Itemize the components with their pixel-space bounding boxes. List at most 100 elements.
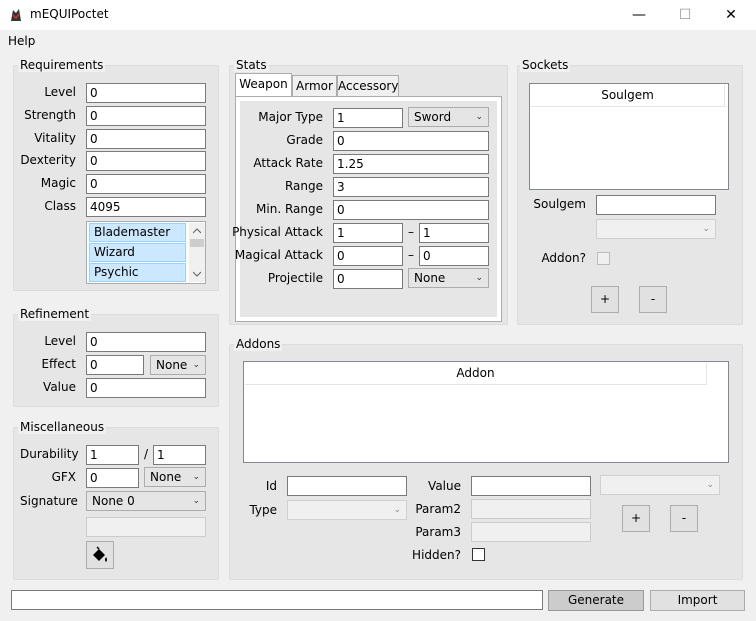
chevron-down-icon: ⌄ [192, 472, 200, 482]
req-level-input[interactable]: 0 [86, 83, 206, 103]
physical-dash: – [408, 225, 414, 239]
req-strength-label: Strength [24, 108, 76, 122]
ref-effect-input[interactable]: 0 [86, 355, 144, 375]
ref-value-input[interactable]: 0 [86, 378, 206, 398]
magical-max-input[interactable]: 0 [419, 246, 489, 266]
req-vitality-input[interactable]: 0 [86, 129, 206, 149]
major-type-combo-value: Sword [414, 110, 452, 124]
chevron-down-icon: ⌄ [475, 112, 483, 122]
physical-max-input[interactable]: 1 [419, 223, 489, 243]
req-vitality-label: Vitality [34, 131, 76, 145]
addon-select-combo[interactable]: ⌄ [600, 475, 720, 495]
addon-param3-label: Param3 [415, 525, 461, 539]
range-input[interactable]: 3 [333, 177, 489, 197]
tab-armor[interactable]: Armor [292, 75, 337, 97]
add-socket-button[interactable]: + [591, 286, 619, 313]
addon-type-combo[interactable]: ⌄ [287, 500, 407, 520]
signature-text-input[interactable] [86, 517, 206, 537]
req-dexterity-label: Dexterity [20, 153, 76, 167]
projectile-input[interactable]: 0 [333, 269, 403, 289]
class-list-item[interactable]: Psychic [89, 263, 186, 282]
req-dexterity-input[interactable]: 0 [86, 151, 206, 171]
durability-slash: / [143, 447, 149, 461]
addon-type-label: Type [249, 503, 277, 517]
close-button[interactable]: ✕ [708, 0, 754, 30]
maximize-button[interactable]: ☐ [662, 0, 708, 30]
soulgem-combo[interactable]: ⌄ [596, 219, 716, 239]
title-bar: mEQUIPoctet — ☐ ✕ [0, 0, 756, 30]
min-range-input[interactable]: 0 [333, 200, 489, 220]
scroll-down-icon[interactable] [193, 271, 201, 277]
soulgem-input[interactable] [596, 195, 716, 215]
addon-id-input[interactable] [287, 476, 407, 496]
projectile-label: Projectile [267, 271, 323, 285]
window-title: mEQUIPoctet [30, 7, 109, 21]
remove-addon-button[interactable]: - [670, 505, 698, 532]
addons-list[interactable]: Addon [243, 361, 729, 463]
physical-min-input[interactable]: 1 [333, 223, 403, 243]
class-list-item[interactable]: Wizard [89, 243, 186, 262]
addon-column-header[interactable]: Addon [245, 363, 707, 385]
class-list-item[interactable]: Blademaster [89, 223, 186, 242]
soulgem-label: Soulgem [533, 197, 586, 211]
req-magic-input[interactable]: 0 [86, 174, 206, 194]
app-icon [11, 9, 21, 21]
hidden-checkbox[interactable] [472, 548, 485, 561]
misc-title: Miscellaneous [18, 420, 107, 434]
class-listbox[interactable]: Blademaster Wizard Psychic [86, 221, 206, 284]
req-strength-input[interactable]: 0 [86, 106, 206, 126]
requirements-title: Requirements [18, 58, 106, 72]
scroll-thumb[interactable] [190, 239, 204, 247]
ref-level-input[interactable]: 0 [86, 332, 206, 352]
magical-min-input[interactable]: 0 [333, 246, 403, 266]
output-field[interactable] [11, 590, 543, 610]
chevron-down-icon: ⌄ [192, 360, 200, 370]
addon-param3-input[interactable] [471, 522, 591, 542]
color-picker-button[interactable] [86, 541, 114, 569]
signature-combo[interactable]: None 0 ⌄ [86, 491, 206, 511]
gfx-input[interactable]: 0 [86, 468, 139, 488]
grade-input[interactable]: 0 [333, 131, 489, 151]
chevron-down-icon: ⌄ [192, 496, 200, 506]
durability-input[interactable]: 1 [86, 445, 139, 465]
addon-id-label: Id [265, 479, 277, 493]
remove-socket-button[interactable]: - [639, 286, 667, 313]
durability-label: Durability [20, 447, 79, 461]
req-level-label: Level [44, 85, 76, 99]
chevron-down-icon: ⌄ [475, 273, 483, 283]
generate-button[interactable]: Generate [548, 590, 644, 611]
req-magic-label: Magic [40, 176, 76, 190]
class-list-scrollbar[interactable] [189, 223, 205, 282]
projectile-combo[interactable]: None ⌄ [408, 268, 489, 288]
req-class-input[interactable]: 4095 [86, 197, 206, 217]
tab-weapon[interactable]: Weapon [235, 73, 292, 97]
add-addon-button[interactable]: + [622, 505, 650, 532]
major-type-input[interactable]: 1 [333, 108, 403, 128]
sockets-list[interactable]: Soulgem [529, 83, 729, 190]
addon-param2-label: Param2 [415, 502, 461, 516]
tab-accessory[interactable]: Accessory [337, 75, 399, 97]
ref-effect-combo[interactable]: None ⌄ [150, 355, 206, 375]
addon-param2-input[interactable] [471, 499, 591, 519]
major-type-combo[interactable]: Sword ⌄ [408, 107, 489, 127]
addon-checkbox[interactable] [597, 252, 610, 265]
req-class-label: Class [44, 199, 76, 213]
scroll-up-icon[interactable] [193, 228, 201, 234]
major-type-label: Major Type [258, 110, 323, 124]
grade-label: Grade [286, 133, 323, 147]
addon-value-input[interactable] [471, 476, 591, 496]
durability-max-input[interactable]: 1 [153, 445, 206, 465]
ref-value-label: Value [43, 380, 76, 394]
ref-effect-label: Effect [41, 357, 76, 371]
gfx-label: GFX [51, 470, 76, 484]
menu-bar: Help [0, 31, 756, 51]
signature-combo-value: None 0 [92, 494, 135, 508]
attack-rate-input[interactable]: 1.25 [333, 154, 489, 174]
soulgem-column-header[interactable]: Soulgem [531, 85, 725, 107]
import-button[interactable]: Import [650, 590, 745, 611]
gfx-combo[interactable]: None ⌄ [144, 467, 206, 487]
minimize-button[interactable]: — [616, 0, 662, 30]
attack-rate-label: Attack Rate [253, 156, 323, 170]
menu-help[interactable]: Help [8, 34, 35, 48]
chevron-down-icon: ⌄ [706, 480, 714, 490]
